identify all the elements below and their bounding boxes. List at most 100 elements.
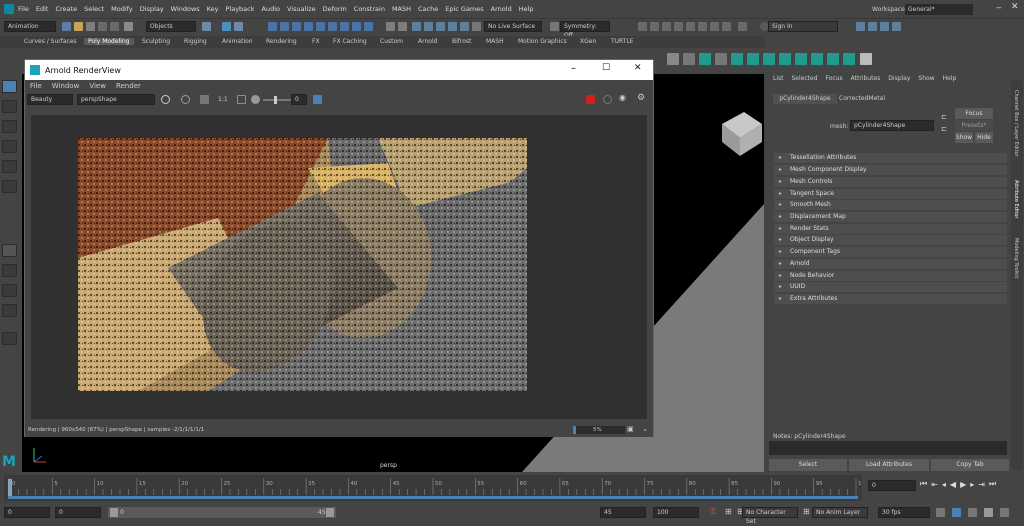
refresh-render-icon[interactable]	[603, 95, 612, 104]
window-close-icon[interactable]: ✕	[1011, 2, 1019, 12]
snap-to-curve-icon[interactable]	[280, 22, 289, 31]
step-back-key-icon[interactable]: ⇤	[931, 480, 938, 489]
scale-tool-icon[interactable]	[2, 180, 17, 193]
connect-icon[interactable]	[699, 53, 711, 65]
loop-icon[interactable]	[936, 508, 945, 517]
channels-icon[interactable]	[200, 95, 209, 104]
menu-edit[interactable]: Edit	[36, 5, 49, 13]
mesh-name-field[interactable]: pCylinder4Shape	[850, 120, 934, 131]
section-uuid[interactable]: UUID	[774, 282, 1007, 292]
ae-menu-help[interactable]: Help	[943, 75, 957, 82]
menu-deform[interactable]: Deform	[323, 5, 347, 13]
show-button[interactable]: Show	[955, 132, 973, 143]
hypershade-icon[interactable]	[448, 22, 457, 31]
ae-tab-pcylinder4shape[interactable]: pCylinder4Shape	[773, 94, 837, 104]
ae-menu-attributes[interactable]: Attributes	[851, 75, 881, 82]
save-image-icon[interactable]: ▣	[627, 425, 634, 433]
window-minimize-icon[interactable]: ‒	[996, 3, 1002, 13]
menu-arnold[interactable]: Arnold	[491, 5, 512, 13]
renderview-maximize-icon[interactable]: ☐	[602, 63, 610, 73]
fps-dropdown[interactable]: 30 fps	[878, 507, 930, 518]
save-scene-icon[interactable]	[86, 22, 95, 31]
shelf-tab-rigging[interactable]: Rigging	[184, 38, 207, 45]
go-to-end-icon[interactable]: ⏭	[989, 479, 996, 489]
extrude-icon[interactable]	[731, 53, 743, 65]
render-settings-icon[interactable]	[436, 22, 445, 31]
safe-action-icon[interactable]	[710, 22, 719, 31]
ae-menu-focus[interactable]: Focus	[826, 75, 843, 82]
bridge-icon[interactable]	[763, 53, 775, 65]
exposure-slider-handle[interactable]	[274, 96, 277, 104]
render-setup-icon[interactable]	[460, 22, 469, 31]
field-chart-icon[interactable]	[698, 22, 707, 31]
symmetry-icon[interactable]	[550, 22, 559, 31]
crop-region-icon[interactable]	[237, 95, 246, 104]
construction-history-icon[interactable]	[398, 22, 407, 31]
selection-mask-dropdown[interactable]: Objects	[146, 21, 196, 32]
ratio-label[interactable]: 1:1	[218, 96, 228, 103]
resolution-gate-icon[interactable]	[674, 22, 683, 31]
snap-to-edge-icon[interactable]	[328, 22, 337, 31]
snap-together-icon[interactable]	[352, 22, 361, 31]
snap-to-vertex-icon[interactable]	[340, 22, 349, 31]
snap-to-point-icon[interactable]	[292, 22, 301, 31]
scene-start-field[interactable]: 0	[4, 507, 50, 518]
go-to-start-icon[interactable]: ⏮	[920, 479, 927, 489]
render-region-icon[interactable]	[161, 95, 170, 104]
snapshot-icon[interactable]	[313, 95, 322, 104]
select-hierarchy-icon[interactable]	[124, 22, 133, 31]
renderview-close-icon[interactable]: ✕	[634, 63, 642, 73]
settings-gear-icon[interactable]: ⚙	[637, 93, 645, 103]
open-scene-icon[interactable]	[74, 22, 83, 31]
menu-mash[interactable]: MASH	[392, 5, 411, 13]
mirror-icon[interactable]	[843, 53, 855, 65]
safe-title-icon[interactable]	[722, 22, 731, 31]
select-by-object-icon[interactable]	[222, 22, 231, 31]
presets-button[interactable]: Presets*	[955, 120, 993, 131]
fill-hole-icon[interactable]	[795, 53, 807, 65]
shelf-tab-motion-graphics[interactable]: Motion Graphics	[518, 38, 567, 45]
bevel-icon[interactable]	[747, 53, 759, 65]
snap-to-grid-icon[interactable]	[268, 22, 277, 31]
ipr-render-icon[interactable]	[424, 22, 433, 31]
section-mesh-controls[interactable]: Mesh Controls	[774, 177, 1007, 187]
ae-menu-show[interactable]: Show	[918, 75, 934, 82]
side-tab-channel-box[interactable]: Channel Box / Layer Editor	[1013, 90, 1019, 157]
aov-dropdown[interactable]: Beauty	[27, 94, 73, 105]
snap-to-view-plane-icon[interactable]	[304, 22, 313, 31]
poke-icon[interactable]	[811, 53, 823, 65]
section-tangent-space[interactable]: Tangent Space	[774, 189, 1007, 199]
grid-icon[interactable]	[650, 22, 659, 31]
menu-help[interactable]: Help	[519, 5, 534, 13]
renderview-minimize-icon[interactable]: –	[571, 63, 576, 74]
select-by-component-icon[interactable]	[234, 22, 243, 31]
animation-preferences-icon[interactable]	[984, 508, 993, 517]
append-polygon-icon[interactable]	[779, 53, 791, 65]
shelf-tab-rendering[interactable]: Rendering	[266, 38, 297, 45]
menu-constrain[interactable]: Constrain	[354, 5, 385, 13]
section-render-stats[interactable]: Render Stats	[774, 224, 1007, 234]
section-smooth-mesh[interactable]: Smooth Mesh	[774, 200, 1007, 210]
load-attributes-button[interactable]: Load Attributes	[849, 459, 929, 471]
current-frame-field[interactable]: 0	[868, 480, 916, 491]
shelf-tab-animation[interactable]: Animation	[222, 38, 253, 45]
select-tool-icon[interactable]	[2, 80, 17, 93]
focus-arrow-icon[interactable]: ⊏	[941, 113, 947, 121]
new-scene-icon[interactable]	[62, 22, 71, 31]
menu-create[interactable]: Create	[55, 5, 77, 13]
menu-key[interactable]: Key	[207, 5, 219, 13]
film-gate-icon[interactable]	[662, 22, 671, 31]
step-back-frame-icon[interactable]: ◂	[942, 480, 946, 489]
ae-menu-display[interactable]: Display	[888, 75, 910, 82]
section-tessellation-attributes[interactable]: Tessellation Attributes	[774, 153, 1007, 163]
ae-tab-correctedmetal[interactable]: CorrectedMetal	[839, 94, 885, 104]
input-output-icon[interactable]	[386, 22, 395, 31]
shelf-tab-sculpting[interactable]: Sculpting	[142, 38, 170, 45]
range-options-icon[interactable]	[1000, 508, 1009, 517]
select-by-hierarchy-icon[interactable]	[202, 22, 211, 31]
range-start-handle[interactable]	[110, 508, 118, 517]
section-mesh-component-display[interactable]: Mesh Component Display	[774, 165, 1007, 175]
ae-menu-list[interactable]: List	[773, 75, 784, 82]
live-surface-field[interactable]: No Live Surface	[484, 21, 542, 32]
exposure-field[interactable]: 0	[291, 94, 307, 105]
